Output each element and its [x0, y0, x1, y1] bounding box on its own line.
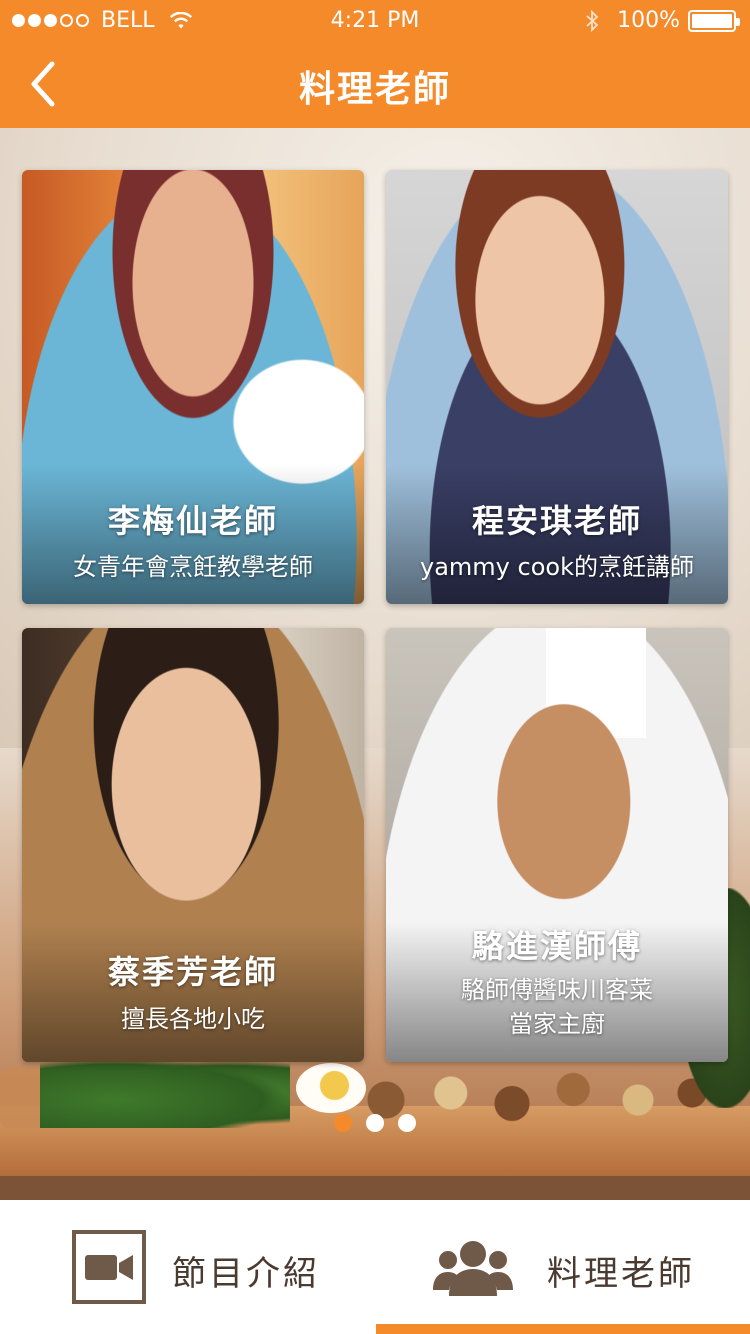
people-group-icon: [433, 1241, 513, 1296]
teacher-gallery: 李梅仙老師 女青年會烹飪教學老師 程安琪老師 yammy cook的烹飪講師 蔡…: [0, 128, 750, 1200]
battery-icon: [688, 9, 740, 32]
tab-label: 料理老師: [547, 1254, 695, 1294]
active-tab-indicator: [376, 1324, 750, 1334]
tab-cooking-teachers[interactable]: 料理老師: [375, 1200, 750, 1334]
teacher-name: 蔡季芳老師: [107, 953, 278, 991]
teacher-description-line2: 當家主廚: [509, 1010, 605, 1038]
teacher-name: 程安琪老師: [471, 502, 642, 540]
nav-bar: 料理老師: [0, 40, 750, 128]
teacher-description: yammy cook的烹飪講師: [420, 553, 694, 581]
bluetooth-icon: [586, 9, 599, 32]
teacher-card[interactable]: 駱進漢師傅 駱師傅醬味川客菜 當家主廚: [386, 628, 728, 1062]
page-title: 料理老師: [298, 69, 451, 110]
teacher-name: 李梅仙老師: [107, 502, 278, 540]
teacher-description: 擅長各地小吃: [121, 1005, 265, 1033]
teacher-description: 女青年會烹飪教學老師: [73, 553, 313, 581]
tab-bar: 節目介紹 料理老師: [0, 1200, 750, 1334]
teacher-description: 駱師傅醬味川客菜: [461, 976, 653, 1004]
page-dot[interactable]: [334, 1114, 352, 1132]
teacher-card[interactable]: 李梅仙老師 女青年會烹飪教學老師: [22, 170, 364, 604]
page-dot[interactable]: [398, 1114, 416, 1132]
status-right: 100%: [585, 8, 740, 33]
teacher-card[interactable]: 程安琪老師 yammy cook的烹飪講師: [386, 170, 728, 604]
battery-percent: 100%: [617, 8, 680, 33]
tab-label: 節目介紹: [172, 1254, 320, 1294]
page-dot[interactable]: [366, 1114, 384, 1132]
teacher-card[interactable]: 蔡季芳老師 擅長各地小吃: [22, 628, 364, 1062]
page-indicator: [0, 1114, 750, 1132]
tab-program-intro[interactable]: 節目介紹: [0, 1200, 375, 1334]
top-bar: BELL 4:21 PM 100% 料理老師: [0, 0, 750, 128]
teacher-name: 駱進漢師傅: [471, 927, 642, 965]
status-bar: BELL 4:21 PM 100%: [0, 0, 750, 40]
video-camera-icon: [72, 1230, 146, 1304]
